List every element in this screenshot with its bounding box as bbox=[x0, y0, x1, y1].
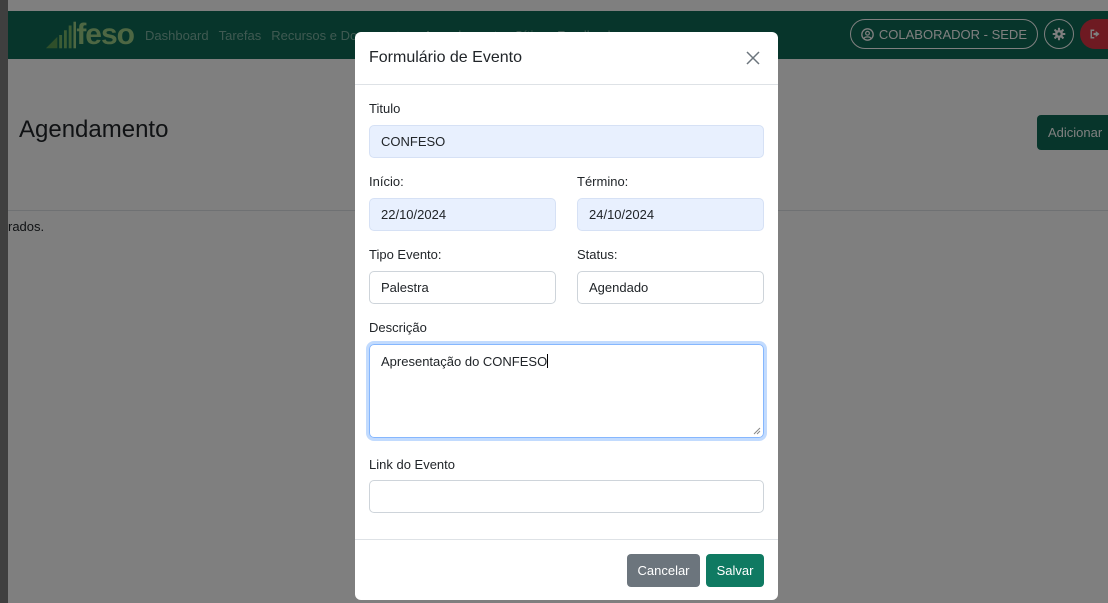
status-label: Status: bbox=[577, 247, 618, 262]
save-button[interactable]: Salvar bbox=[706, 554, 764, 587]
cancel-button[interactable]: Cancelar bbox=[627, 554, 700, 587]
titulo-input[interactable]: CONFESO bbox=[369, 125, 764, 158]
backdrop-gutter bbox=[0, 0, 8, 603]
titulo-label: Titulo bbox=[369, 101, 401, 116]
link-label: Link do Evento bbox=[369, 457, 456, 472]
inicio-input[interactable]: 22/10/2024 bbox=[369, 198, 556, 231]
termino-input[interactable]: 24/10/2024 bbox=[577, 198, 764, 231]
modal-header: Formulário de Evento bbox=[355, 32, 778, 85]
modal-footer: Cancelar Salvar bbox=[355, 539, 778, 600]
tipo-evento-label: Tipo Evento: bbox=[369, 247, 442, 262]
text-caret bbox=[547, 354, 549, 368]
close-button[interactable] bbox=[742, 47, 764, 69]
descricao-label: Descrição bbox=[369, 320, 427, 335]
tipo-evento-select[interactable]: Palestra bbox=[369, 271, 556, 304]
link-input[interactable] bbox=[369, 480, 764, 513]
resize-handle-icon[interactable] bbox=[753, 427, 761, 435]
descricao-textarea[interactable]: Apresentação do CONFESO bbox=[369, 344, 764, 438]
close-icon bbox=[746, 51, 760, 65]
descricao-text: Apresentação do CONFESO bbox=[381, 354, 548, 369]
event-form-modal: Formulário de Evento Titulo CONFESO Iníc… bbox=[355, 32, 778, 600]
modal-title: Formulário de Evento bbox=[369, 49, 522, 66]
status-select[interactable]: Agendado bbox=[577, 271, 764, 304]
termino-label: Término: bbox=[577, 174, 629, 189]
inicio-label: Início: bbox=[369, 174, 404, 189]
